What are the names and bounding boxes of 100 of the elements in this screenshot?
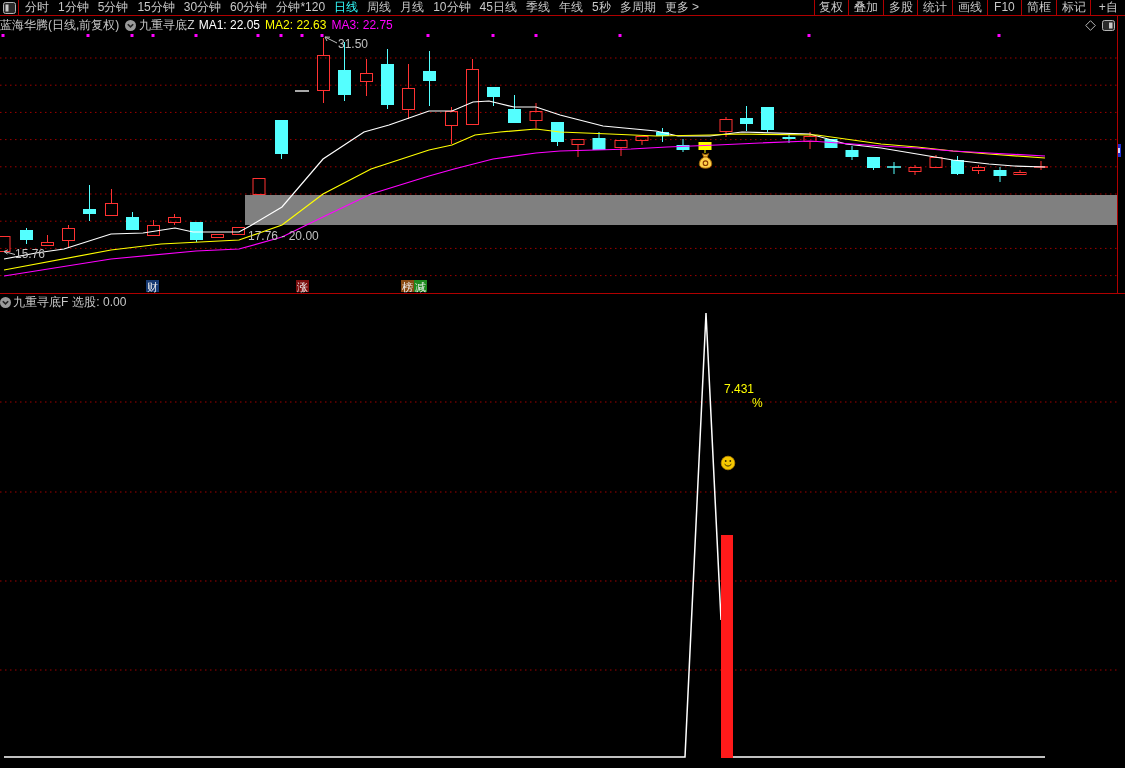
indicator-name: 九重寻底F xyxy=(13,295,69,309)
moving-average-reading: MA2: 22.63 xyxy=(265,18,327,32)
money-bag-icon xyxy=(698,153,713,169)
candlestick xyxy=(487,86,500,107)
period-tab[interactable]: 5秒 xyxy=(591,0,611,15)
period-tab[interactable]: 日线 xyxy=(334,0,359,15)
toolbar-button[interactable]: 画线 xyxy=(952,0,987,15)
chevron-down-icon[interactable] xyxy=(125,19,137,31)
info-tag[interactable]: 涨 xyxy=(296,280,309,293)
candlestick xyxy=(275,119,288,160)
candlestick xyxy=(147,219,160,236)
candlestick xyxy=(551,121,564,147)
toolbar-button[interactable]: 复权 xyxy=(813,0,849,15)
period-tab[interactable]: 60分钟 xyxy=(230,0,268,15)
candlestick xyxy=(867,156,880,171)
toolbar-button[interactable]: 标记 xyxy=(1055,0,1091,15)
candlestick xyxy=(381,48,394,110)
chart-title: 蓝海华腾(日线,前复权) xyxy=(0,18,120,32)
period-tab[interactable]: 季线 xyxy=(525,0,550,15)
moving-average-reading: MA1: 22.05 xyxy=(198,18,261,32)
leader-arrow xyxy=(324,36,338,44)
indicator-reading: 选股: 0.00 xyxy=(72,295,127,309)
period-tab[interactable]: 周线 xyxy=(367,0,392,15)
candlestick xyxy=(656,127,669,143)
period-tab[interactable]: 年线 xyxy=(558,0,583,15)
candlestick xyxy=(614,140,628,157)
candlestick xyxy=(529,102,543,129)
candlestick xyxy=(845,145,859,161)
diamond-icon[interactable] xyxy=(1085,19,1096,31)
candlestick xyxy=(782,134,796,144)
price-label: 31.50 xyxy=(338,37,369,51)
toolbar-button[interactable]: 统计 xyxy=(917,0,953,15)
period-tab[interactable]: 15分钟 xyxy=(137,0,175,15)
square-marker-icon xyxy=(300,34,304,37)
candlestick xyxy=(423,50,436,107)
candlestick xyxy=(951,155,964,176)
square-marker-icon xyxy=(618,34,622,37)
panel-toggle-icon[interactable] xyxy=(1102,19,1115,31)
info-tag[interactable]: 财 xyxy=(146,280,159,293)
info-tag[interactable]: 减 xyxy=(414,280,427,293)
candlestick xyxy=(993,166,1007,183)
candlestick xyxy=(635,136,649,146)
candlestick xyxy=(0,236,11,252)
period-tab[interactable]: 45日线 xyxy=(479,0,517,15)
info-tag[interactable]: 榜 xyxy=(401,280,414,293)
chevron-down-icon[interactable] xyxy=(0,296,11,308)
period-tab[interactable]: 分时 xyxy=(25,0,49,15)
candlestick xyxy=(317,37,330,104)
candlestick xyxy=(445,106,458,145)
candlestick xyxy=(676,138,690,153)
toolbar-button[interactable]: 叠加 xyxy=(848,0,883,15)
period-tab[interactable]: 多周期 xyxy=(619,0,656,15)
square-marker-icon xyxy=(130,34,134,37)
candlestick xyxy=(803,131,817,150)
toolbar-button[interactable]: 多股 xyxy=(882,0,918,15)
period-tab[interactable]: 30分钟 xyxy=(183,0,222,15)
candlestick xyxy=(592,131,606,151)
square-marker-icon xyxy=(997,34,1001,37)
candlestick xyxy=(360,58,373,97)
candlestick xyxy=(62,224,75,249)
candlestick xyxy=(211,234,224,238)
square-marker-icon xyxy=(151,34,155,37)
square-marker-icon xyxy=(807,34,811,37)
candlestick xyxy=(719,116,733,138)
candlestick xyxy=(168,213,181,226)
candlestick xyxy=(402,63,415,120)
smiley-icon xyxy=(720,455,736,471)
period-tab[interactable]: 10分钟 xyxy=(433,0,471,15)
candlestick xyxy=(1013,169,1027,175)
candlestick xyxy=(126,211,139,231)
candlestick xyxy=(761,106,774,133)
period-tab[interactable]: 1分钟 xyxy=(58,0,89,15)
period-tab[interactable]: 月线 xyxy=(400,0,425,15)
square-marker-icon xyxy=(279,34,283,37)
candlestick xyxy=(929,154,943,168)
square-marker-icon xyxy=(320,34,324,37)
candlestick xyxy=(190,221,203,243)
unit-label: % xyxy=(752,396,763,410)
moving-average-reading: MA3: 22.75 xyxy=(331,18,393,32)
square-marker-icon xyxy=(534,34,538,37)
period-tab[interactable]: 5分钟 xyxy=(97,0,129,15)
candlestick xyxy=(886,161,902,175)
candlestick xyxy=(83,184,96,222)
candlestick xyxy=(252,178,266,195)
period-tab[interactable]: 分钟*120 xyxy=(276,0,326,15)
toolbar-button[interactable]: F10 xyxy=(986,0,1022,15)
square-marker-icon xyxy=(86,34,90,37)
square-marker-icon xyxy=(491,34,495,37)
period-tab[interactable]: 更多 > xyxy=(664,0,699,15)
toolbar-button[interactable]: +自 xyxy=(1090,0,1125,15)
square-marker-icon xyxy=(194,34,198,37)
candlestick xyxy=(972,164,985,175)
candlestick xyxy=(20,227,33,245)
candlestick xyxy=(1033,160,1049,171)
sidebar-toggle-icon[interactable] xyxy=(2,1,16,14)
indicator-value: 7.431 xyxy=(724,382,755,396)
indicator-name: 九重寻底Z xyxy=(139,18,195,32)
toolbar-button[interactable]: 简框 xyxy=(1021,0,1056,15)
square-marker-icon xyxy=(256,34,260,37)
square-marker-icon xyxy=(426,34,430,37)
